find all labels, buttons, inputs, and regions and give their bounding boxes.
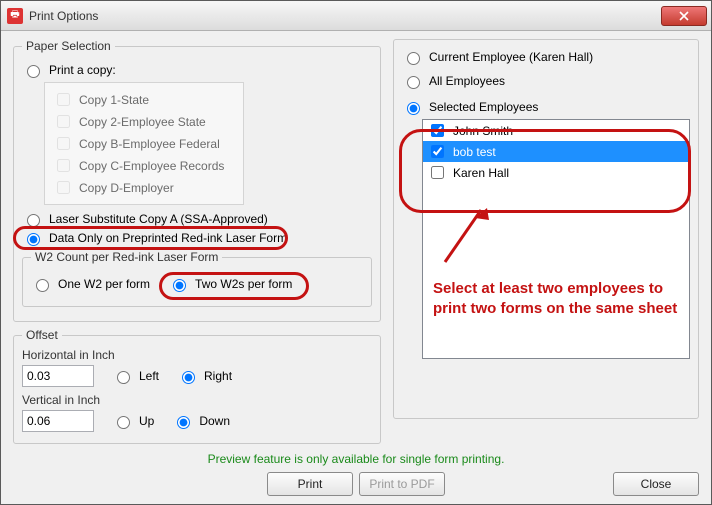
employee-name: John Smith bbox=[453, 124, 513, 138]
radio-two-w2[interactable] bbox=[173, 279, 186, 292]
app-icon: 🖶 bbox=[7, 8, 23, 24]
copy-label: Copy 1-State bbox=[79, 93, 149, 107]
copy-item: Copy 1-State bbox=[53, 90, 235, 109]
copy-item: Copy B-Employee Federal bbox=[53, 134, 235, 153]
copy-checkbox[interactable] bbox=[57, 181, 70, 194]
preview-hint: Preview feature is only available for si… bbox=[13, 452, 699, 466]
copy-checkbox[interactable] bbox=[57, 115, 70, 128]
titlebar[interactable]: 🖶 Print Options bbox=[1, 1, 711, 31]
copy-label: Copy B-Employee Federal bbox=[79, 137, 220, 151]
print-button[interactable]: Print bbox=[267, 472, 353, 496]
label-down: Down bbox=[199, 414, 230, 428]
print-to-pdf-button[interactable]: Print to PDF bbox=[359, 472, 445, 496]
footer: Preview feature is only available for si… bbox=[13, 452, 699, 496]
label-data-only: Data Only on Preprinted Red-ink Laser Fo… bbox=[49, 231, 287, 245]
copy-item: Copy C-Employee Records bbox=[53, 156, 235, 175]
employee-checkbox[interactable] bbox=[431, 145, 444, 158]
employee-checkbox[interactable] bbox=[431, 124, 444, 137]
close-button[interactable]: Close bbox=[613, 472, 699, 496]
copy-item: Copy 2-Employee State bbox=[53, 112, 235, 131]
employee-row[interactable]: bob test bbox=[423, 141, 689, 162]
employee-name: Karen Hall bbox=[453, 166, 509, 180]
employee-scope-group: Current Employee (Karen Hall) All Employ… bbox=[393, 39, 699, 419]
copy-checkbox[interactable] bbox=[57, 159, 70, 172]
employee-name: bob test bbox=[453, 145, 496, 159]
employee-row[interactable]: Karen Hall bbox=[423, 162, 689, 183]
radio-one-w2[interactable] bbox=[36, 279, 49, 292]
radio-data-only[interactable] bbox=[27, 233, 40, 246]
offset-group: Offset Horizontal in Inch Left Right Ver… bbox=[13, 328, 381, 444]
radio-all-employees[interactable] bbox=[407, 76, 420, 89]
w2-count-legend: W2 Count per Red-ink Laser Form bbox=[31, 250, 222, 264]
radio-down[interactable] bbox=[177, 416, 190, 429]
print-options-dialog: 🖶 Print Options Paper Selection Print a … bbox=[0, 0, 712, 505]
w2-count-group: W2 Count per Red-ink Laser Form One W2 p… bbox=[22, 250, 372, 307]
copy-label: Copy C-Employee Records bbox=[79, 159, 224, 173]
copy-checkbox[interactable] bbox=[57, 93, 70, 106]
employee-checkbox[interactable] bbox=[431, 166, 444, 179]
label-print-a-copy: Print a copy: bbox=[49, 63, 116, 77]
copy-label: Copy D-Employer bbox=[79, 181, 174, 195]
label-laser-substitute: Laser Substitute Copy A (SSA-Approved) bbox=[49, 212, 268, 226]
radio-left[interactable] bbox=[117, 371, 130, 384]
radio-selected-employees[interactable] bbox=[407, 102, 420, 115]
window-title: Print Options bbox=[29, 9, 661, 23]
label-left: Left bbox=[139, 369, 159, 383]
copy-label: Copy 2-Employee State bbox=[79, 115, 206, 129]
radio-current-employee[interactable] bbox=[407, 52, 420, 65]
radio-right[interactable] bbox=[182, 371, 195, 384]
label-current-employee: Current Employee (Karen Hall) bbox=[429, 50, 593, 64]
input-vertical-offset[interactable] bbox=[22, 410, 94, 432]
copy-item: Copy D-Employer bbox=[53, 178, 235, 197]
radio-laser-substitute[interactable] bbox=[27, 214, 40, 227]
paper-selection-group: Paper Selection Print a copy: Copy 1-Sta… bbox=[13, 39, 381, 322]
paper-selection-legend: Paper Selection bbox=[22, 39, 115, 53]
label-horizontal: Horizontal in Inch bbox=[22, 348, 122, 362]
copy-checkbox[interactable] bbox=[57, 137, 70, 150]
employee-listbox[interactable]: John Smith bob test Karen Hall bbox=[422, 119, 690, 359]
copy-list: Copy 1-State Copy 2-Employee State Copy B-… bbox=[44, 82, 244, 205]
radio-print-a-copy[interactable] bbox=[27, 65, 40, 78]
input-horizontal-offset[interactable] bbox=[22, 365, 94, 387]
label-all-employees: All Employees bbox=[429, 74, 505, 88]
label-one-w2: One W2 per form bbox=[58, 277, 150, 291]
label-selected-employees: Selected Employees bbox=[429, 100, 538, 114]
close-icon bbox=[679, 11, 689, 21]
label-right: Right bbox=[204, 369, 232, 383]
label-vertical: Vertical in Inch bbox=[22, 393, 122, 407]
radio-up[interactable] bbox=[117, 416, 130, 429]
offset-legend: Offset bbox=[22, 328, 62, 342]
label-up: Up bbox=[139, 414, 154, 428]
employee-row[interactable]: John Smith bbox=[423, 120, 689, 141]
window-close-button[interactable] bbox=[661, 6, 707, 26]
label-two-w2: Two W2s per form bbox=[195, 277, 292, 291]
